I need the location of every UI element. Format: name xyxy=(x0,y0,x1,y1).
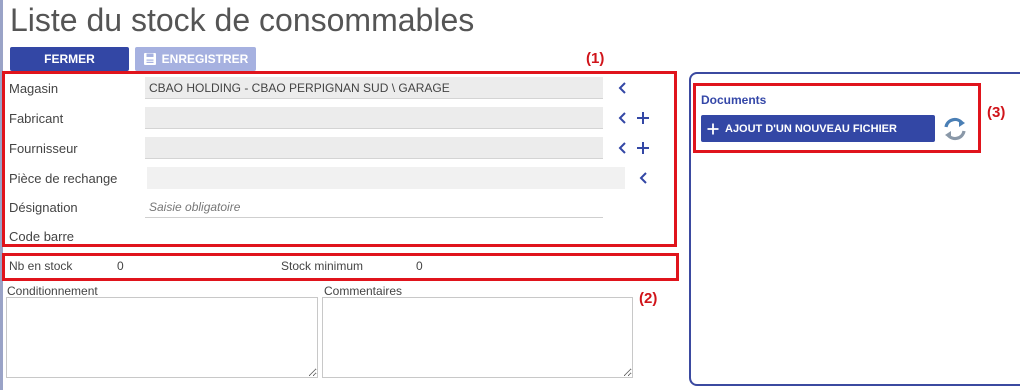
add-file-button[interactable]: AJOUT D'UN NOUVEAU FICHIER xyxy=(701,115,935,142)
page-title: Liste du stock de consommables xyxy=(10,2,475,38)
refresh-icon[interactable] xyxy=(942,116,968,142)
fournisseur-label: Fournisseur xyxy=(9,141,78,156)
save-button-label: ENREGISTRER xyxy=(161,52,249,66)
fabricant-field[interactable] xyxy=(145,107,603,129)
commentaires-label: Commentaires xyxy=(324,284,403,298)
plus-icon[interactable] xyxy=(636,111,650,125)
code-barre-label: Code barre xyxy=(9,229,75,244)
close-button-label: FERMER xyxy=(44,52,95,66)
close-button[interactable]: FERMER xyxy=(10,47,129,71)
conditionnement-textarea[interactable] xyxy=(6,297,318,378)
save-icon xyxy=(143,53,156,65)
chevron-left-icon[interactable] xyxy=(637,171,651,185)
stock-minimum-label: Stock minimum xyxy=(281,259,364,273)
plus-icon[interactable] xyxy=(636,141,650,155)
plus-icon xyxy=(707,123,719,134)
nb-stock-value: 0 xyxy=(117,259,124,273)
add-file-label: AJOUT D'UN NOUVEAU FICHIER xyxy=(725,122,897,135)
piece-rechange-field[interactable] xyxy=(147,167,625,189)
designation-input[interactable]: Saisie obligatoire xyxy=(145,196,603,218)
documents-title: Documents xyxy=(701,93,767,107)
save-button[interactable]: ENREGISTRER xyxy=(135,47,256,71)
magasin-label: Magasin xyxy=(9,81,59,96)
chevron-left-icon[interactable] xyxy=(616,81,630,95)
commentaires-textarea[interactable] xyxy=(322,297,633,378)
conditionnement-label: Conditionnement xyxy=(7,284,98,298)
nb-stock-label: Nb en stock xyxy=(9,259,73,273)
chevron-left-icon[interactable] xyxy=(616,111,630,125)
magasin-field[interactable]: CBAO HOLDING - CBAO PERPIGNAN SUD \ GARA… xyxy=(145,77,603,99)
chevron-left-icon[interactable] xyxy=(616,141,630,155)
annotation-label-2: (2) xyxy=(639,290,658,307)
annotation-label-1: (1) xyxy=(586,50,605,67)
fabricant-label: Fabricant xyxy=(9,111,64,126)
stock-minimum-value: 0 xyxy=(416,259,423,273)
designation-label: Désignation xyxy=(9,200,78,215)
piece-rechange-label: Pièce de rechange xyxy=(9,171,118,186)
fournisseur-field[interactable] xyxy=(145,137,603,159)
